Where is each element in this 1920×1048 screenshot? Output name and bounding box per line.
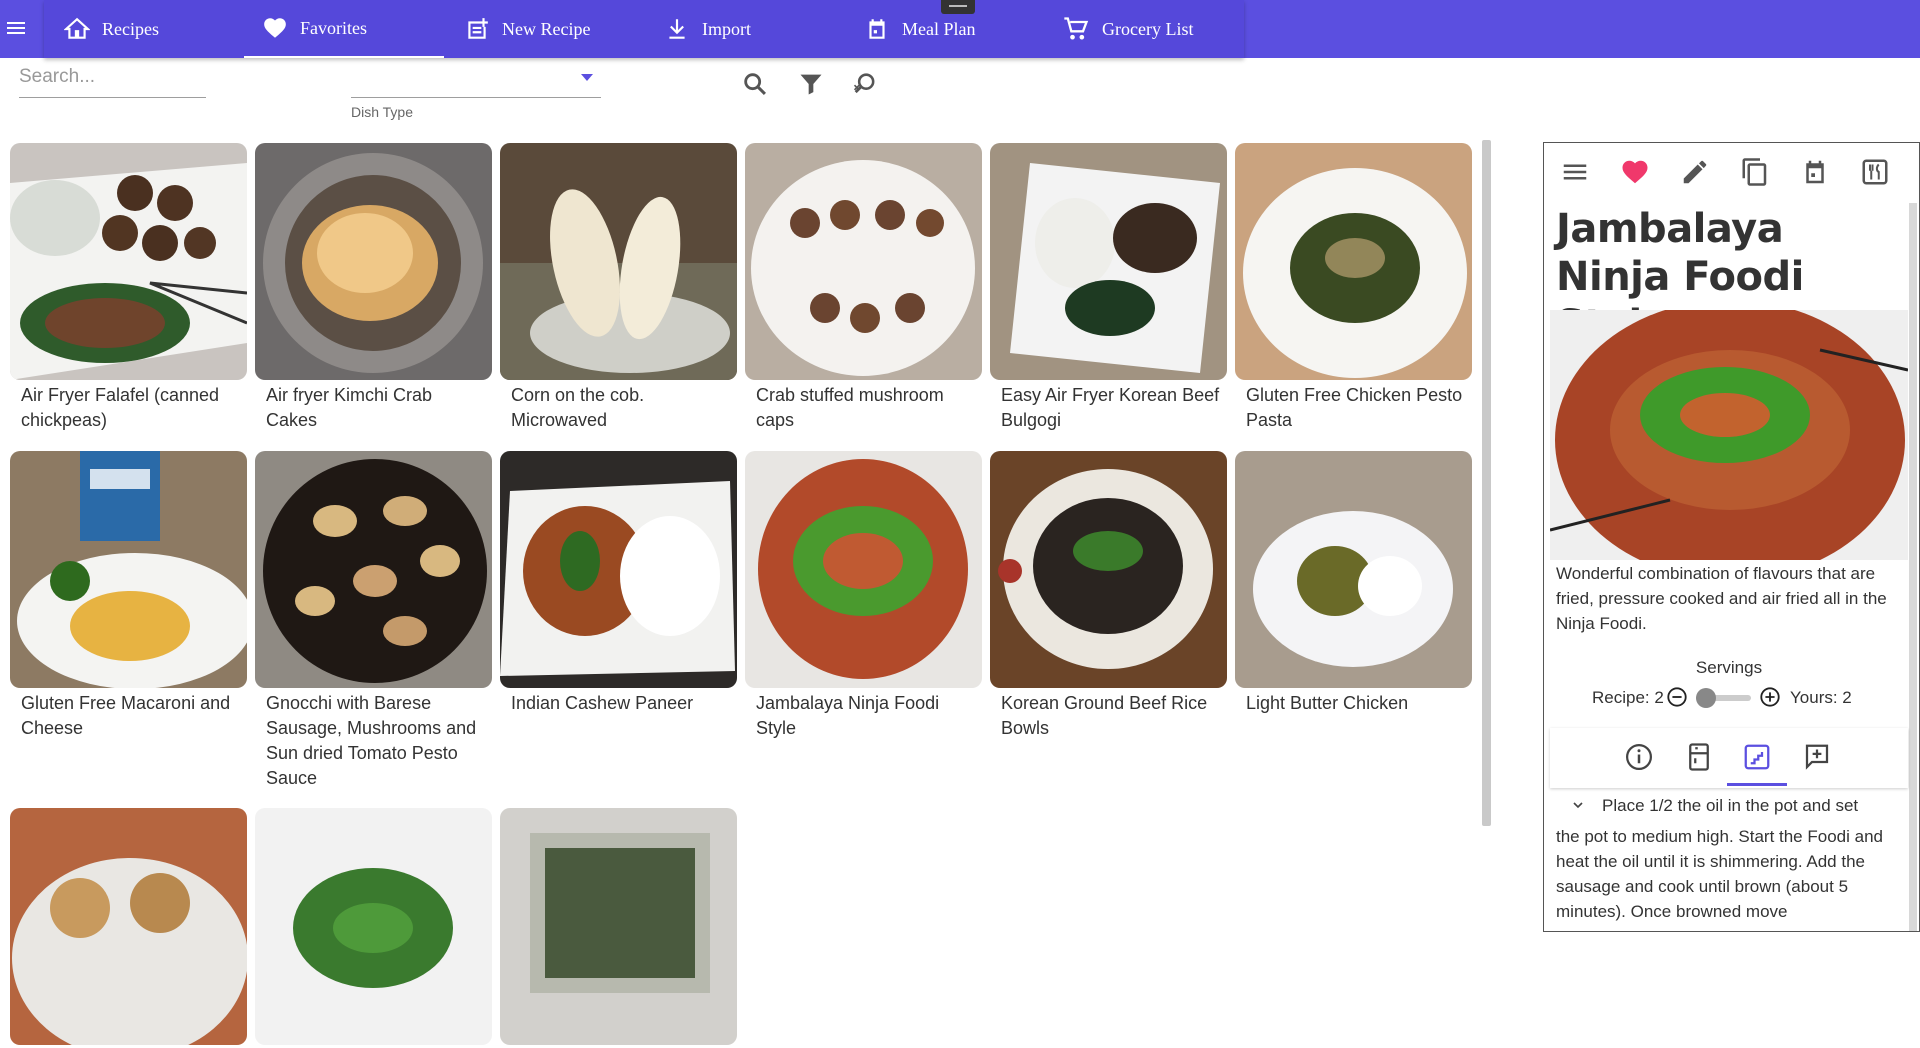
recipe-step: Place 1/2 the oil in the pot and set the… xyxy=(1556,793,1908,924)
recipe-photo xyxy=(745,451,982,688)
window-drag-handle[interactable] xyxy=(941,0,975,14)
recipe-photo xyxy=(255,143,492,380)
recipe-name: Easy Air Fryer Korean Beef Bulgogi xyxy=(1001,385,1220,430)
minus-circle-icon[interactable] xyxy=(1666,686,1688,708)
recipe-card[interactable]: Gluten Free Macaroni and Cheese xyxy=(10,451,247,741)
recipe-name: Gnocchi with Barese Sausage, Mushrooms a… xyxy=(266,693,477,788)
nav-label: Meal Plan xyxy=(902,18,976,39)
recipe-servings: Recipe: 2 xyxy=(1592,688,1664,707)
recipe-card[interactable]: Air fryer Kimchi Crab Cakes xyxy=(255,143,492,433)
copy-icon[interactable] xyxy=(1740,157,1770,187)
servings-slider-thumb[interactable] xyxy=(1696,688,1716,708)
step-header[interactable]: Place 1/2 the oil in the pot and set xyxy=(1556,793,1908,818)
recipe-card[interactable] xyxy=(500,808,737,1048)
recipe-description: Wonderful combination of flavours that a… xyxy=(1556,564,1887,633)
calendar-icon xyxy=(869,19,885,39)
nav-label: Import xyxy=(702,18,751,39)
recipe-card[interactable]: Gluten Free Chicken Pesto Pasta xyxy=(1235,143,1472,433)
grid-scrollbar[interactable] xyxy=(1482,140,1491,826)
nav-grocery-list[interactable]: Grocery List xyxy=(1062,0,1193,58)
dish-type-label: Dish Type xyxy=(351,104,413,120)
top-app-bar: Recipes Favorites New Recipe Import Meal… xyxy=(0,0,1920,58)
nav-tabs: Recipes Favorites New Recipe Import Meal… xyxy=(44,0,1244,58)
recipe-card[interactable]: Jambalaya Ninja Foodi Style xyxy=(745,451,982,741)
recipe-name: Light Butter Chicken xyxy=(1246,693,1409,713)
nav-label: Recipes xyxy=(102,18,159,39)
step-body: the pot to medium high. Start the Foodi … xyxy=(1556,827,1883,921)
nav-import[interactable]: Import xyxy=(664,0,751,58)
recipe-card[interactable]: Indian Cashew Paneer xyxy=(500,451,737,716)
recipe-detail-panel: Jambalaya Ninja Foodi Style Wonderful co… xyxy=(1543,142,1920,932)
active-tab-indicator xyxy=(1727,783,1787,786)
recipe-photo xyxy=(1235,143,1472,380)
step-heading: Place 1/2 the oil in the pot and set xyxy=(1602,796,1859,815)
nav-label: Favorites xyxy=(300,17,367,38)
heart-icon xyxy=(264,18,286,38)
recipe-card[interactable]: Corn on the cob. Microwaved xyxy=(500,143,737,433)
menu-icon[interactable] xyxy=(4,16,28,40)
recipe-name: Gluten Free Chicken Pesto Pasta xyxy=(1246,385,1463,430)
recipe-name: Indian Cashew Paneer xyxy=(511,693,694,713)
recipe-photo xyxy=(1235,451,1472,688)
detail-tabs xyxy=(1550,728,1908,788)
chevron-down-icon xyxy=(1573,802,1583,809)
recipe-grid: Air Fryer Falafel (canned chickpeas) Air… xyxy=(10,143,1480,1045)
recipe-card[interactable]: Air Fryer Falafel (canned chickpeas) xyxy=(10,143,247,433)
recipe-name: Air fryer Kimchi Crab Cakes xyxy=(266,385,433,430)
nav-favorites[interactable]: Favorites xyxy=(244,0,444,58)
recipe-card[interactable]: Light Butter Chicken xyxy=(1235,451,1472,716)
menu-icon[interactable] xyxy=(1560,157,1590,187)
calendar-icon[interactable] xyxy=(1800,157,1830,187)
recipe-card[interactable]: Easy Air Fryer Korean Beef Bulgogi xyxy=(990,143,1227,433)
cart-icon xyxy=(1064,17,1089,40)
search-input[interactable]: Search... xyxy=(19,62,206,98)
plus-circle-icon[interactable] xyxy=(1759,686,1781,708)
recipe-photo xyxy=(10,451,247,688)
info-icon[interactable] xyxy=(1624,742,1654,772)
recipe-photo xyxy=(745,143,982,380)
ingredients-icon[interactable] xyxy=(1684,742,1714,772)
recipe-photo xyxy=(500,451,737,688)
add-note-icon[interactable] xyxy=(1802,742,1832,772)
recipe-card[interactable]: Korean Ground Beef Rice Bowls xyxy=(990,451,1227,741)
steps-icon[interactable] xyxy=(1742,742,1772,772)
nav-new-recipe[interactable]: New Recipe xyxy=(464,0,590,58)
dish-type-select[interactable] xyxy=(351,62,601,98)
recipe-photo xyxy=(990,451,1227,688)
your-servings: Yours: 2 xyxy=(1790,688,1852,707)
search-placeholder: Search... xyxy=(19,66,96,87)
favorite-heart-icon[interactable] xyxy=(1620,157,1650,187)
recipe-photo xyxy=(1550,310,1908,560)
clear-search-icon[interactable] xyxy=(851,70,879,98)
servings-control: Recipe: 2 Yours: 2 xyxy=(1592,686,1892,710)
recipe-card[interactable]: Gnocchi with Barese Sausage, Mushrooms a… xyxy=(255,451,492,791)
recipe-name: Air Fryer Falafel (canned chickpeas) xyxy=(21,385,220,430)
cooking-mode-icon[interactable] xyxy=(1860,157,1890,187)
recipe-card[interactable] xyxy=(10,808,247,1048)
recipe-photo xyxy=(255,451,492,688)
download-icon xyxy=(669,19,685,39)
new-recipe-icon xyxy=(468,18,488,39)
servings-label: Servings xyxy=(1695,658,1763,677)
recipe-name: Jambalaya Ninja Foodi Style xyxy=(756,693,940,738)
recipe-photo xyxy=(500,143,737,380)
chevron-down-icon xyxy=(581,74,593,81)
search-icon[interactable] xyxy=(741,70,769,98)
nav-recipes[interactable]: Recipes xyxy=(64,0,159,58)
recipe-card[interactable]: Crab stuffed mushroom caps xyxy=(745,143,982,433)
recipe-name: Crab stuffed mushroom caps xyxy=(756,385,944,430)
recipe-name: Gluten Free Macaroni and Cheese xyxy=(21,693,231,738)
detail-toolbar xyxy=(1544,143,1919,203)
edit-icon[interactable] xyxy=(1680,157,1710,187)
recipe-photo xyxy=(990,143,1227,380)
home-icon xyxy=(64,17,90,39)
recipe-name: Korean Ground Beef Rice Bowls xyxy=(1001,693,1208,738)
recipe-photo xyxy=(10,143,247,380)
recipe-name: Corn on the cob. Microwaved xyxy=(511,385,645,430)
recipe-card[interactable] xyxy=(255,808,492,1048)
filter-icon[interactable] xyxy=(797,70,825,98)
nav-label: Grocery List xyxy=(1102,18,1194,39)
nav-label: New Recipe xyxy=(502,18,591,39)
